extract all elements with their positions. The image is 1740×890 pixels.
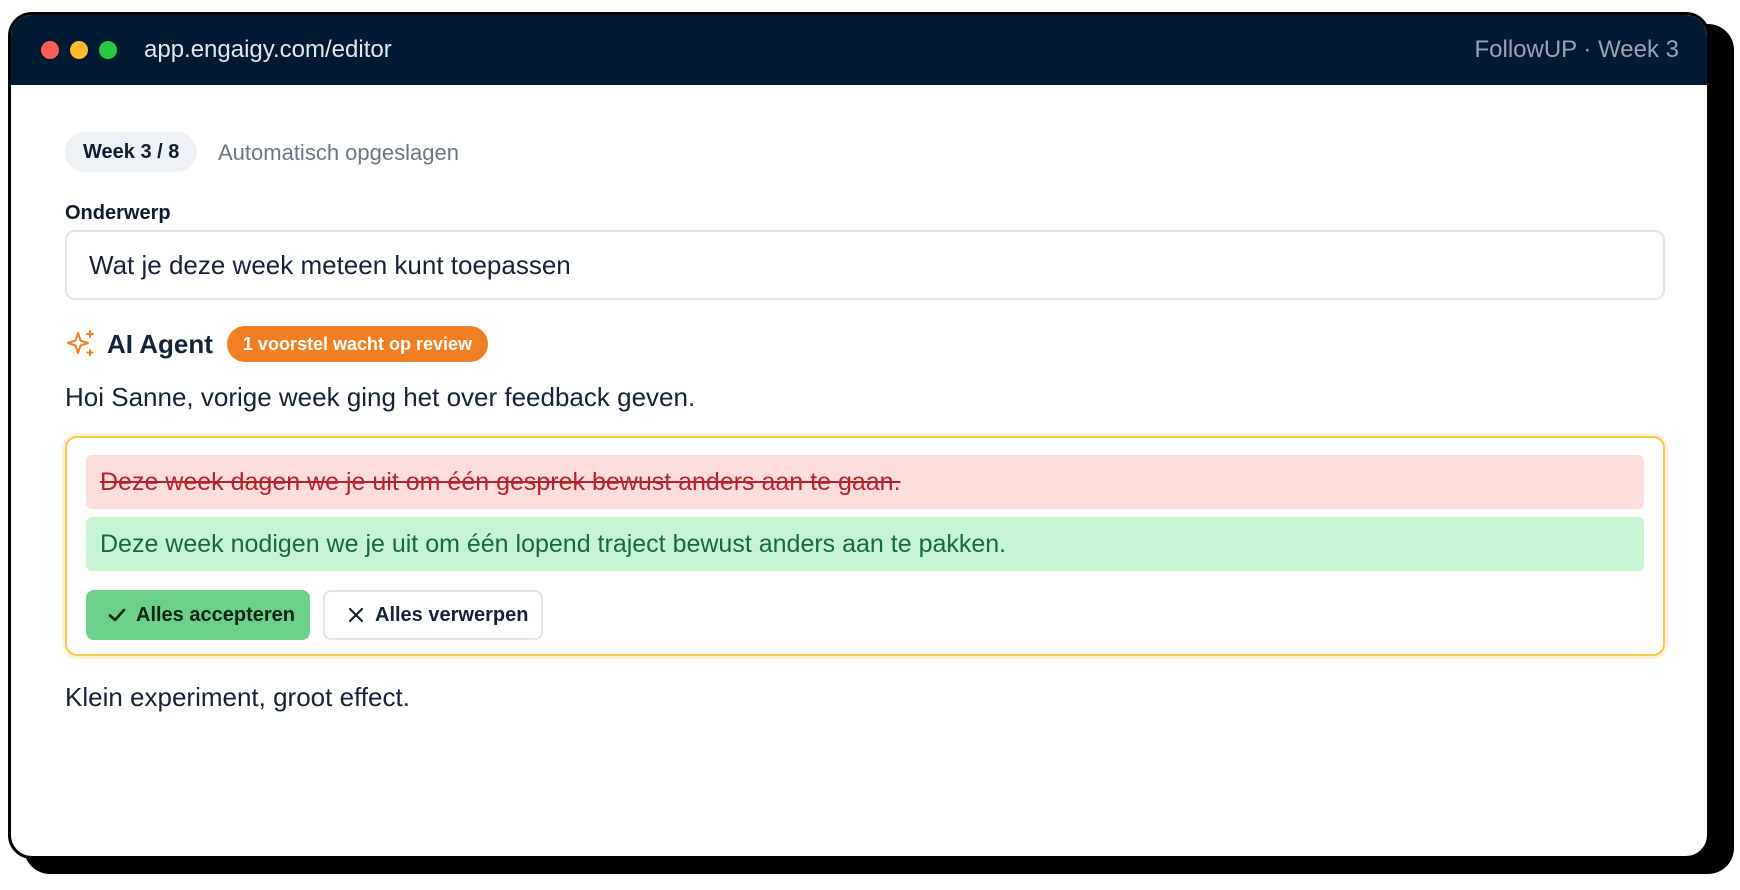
ai-agent-header: AI Agent 1 voorstel wacht op review — [65, 324, 488, 364]
titlebar: app.engaigy.com/editor FollowUP · Week 3 — [11, 15, 1707, 85]
close-window-button[interactable] — [41, 41, 59, 59]
sparkle-icon — [67, 330, 94, 356]
minimize-window-button[interactable] — [70, 41, 88, 59]
diff-added-line: Deze week nodigen we je uit om één lopen… — [86, 517, 1644, 571]
reject-all-button[interactable]: Alles verwerpen — [323, 590, 543, 640]
url-text[interactable]: app.engaigy.com/editor — [144, 35, 392, 65]
browser-window: app.engaigy.com/editor FollowUP · Week 3… — [8, 12, 1710, 859]
subject-input[interactable]: Wat je deze week meteen kunt toepassen — [65, 230, 1665, 300]
subject-label: Onderwerp — [65, 202, 171, 224]
body-intro-text[interactable]: Hoi Sanne, vorige week ging het over fee… — [65, 381, 695, 413]
body-closing-text[interactable]: Klein experiment, groot effect. — [65, 681, 410, 713]
accept-all-label: Alles accepteren — [136, 603, 295, 626]
maximize-window-button[interactable] — [99, 41, 117, 59]
ai-agent-title: AI Agent — [107, 328, 213, 359]
autosave-status: Automatisch opgeslagen — [218, 140, 459, 165]
close-icon — [348, 607, 364, 623]
week-progress-pill: Week 3 / 8 — [65, 132, 198, 172]
app-context-label: FollowUP · Week 3 — [1474, 36, 1679, 63]
check-icon — [108, 608, 126, 622]
diff-removed-line: Deze week dagen we je uit om één gesprek… — [86, 455, 1644, 509]
editor-content: Week 3 / 8 Automatisch opgeslagen Onderw… — [11, 85, 1707, 855]
review-pending-badge: 1 voorstel wacht op review — [226, 326, 488, 362]
accept-all-button[interactable]: Alles accepteren — [86, 590, 310, 640]
reject-all-label: Alles verwerpen — [375, 603, 529, 626]
ai-suggestion-box: Deze week dagen we je uit om één gesprek… — [65, 436, 1665, 656]
